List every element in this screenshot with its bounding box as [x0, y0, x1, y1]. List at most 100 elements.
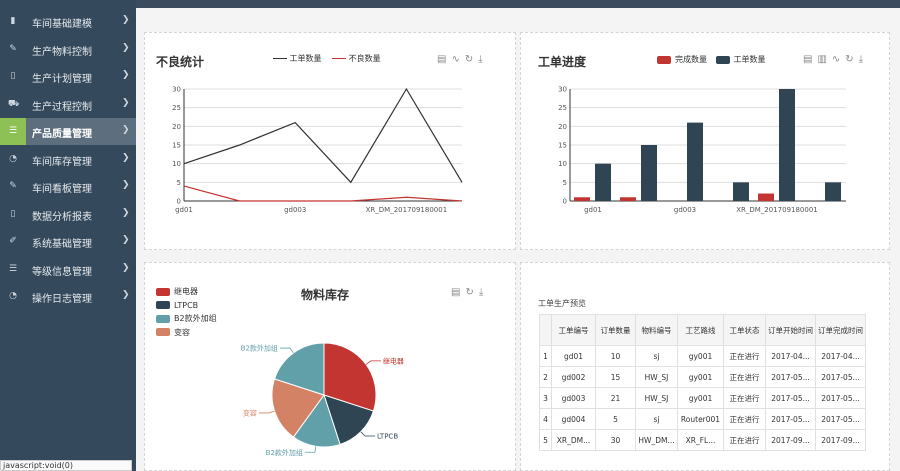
table-cell: 正在进行	[723, 429, 766, 451]
column-header[interactable]: 工艺路线	[677, 314, 724, 346]
legend-label[interactable]: 工单数量	[290, 54, 322, 63]
sidebar-item[interactable]: ◔ 车间库存管理 ❯	[0, 146, 136, 173]
legend-label[interactable]: 完成数量	[675, 55, 707, 64]
legend-swatch	[156, 314, 170, 323]
data-view-icon[interactable]: ▤	[451, 287, 460, 298]
table-cell: 2017-09...	[765, 429, 816, 451]
sidebar-item[interactable]: ◔ 操作日志管理 ❯	[0, 283, 136, 310]
data-view-icon[interactable]: ▤	[803, 54, 812, 65]
sidebar-item-label: 生产计划管理	[32, 74, 92, 85]
column-header[interactable]: 订单开始时间	[765, 314, 816, 346]
legend-item[interactable]: 继电器	[156, 285, 217, 299]
table-cell: 2017-05...	[815, 366, 866, 388]
download-icon[interactable]: ⤓	[859, 54, 863, 65]
bar-switch-icon[interactable]: ▥	[817, 54, 826, 65]
sidebar-item[interactable]: ✎ 车间看板管理 ❯	[0, 173, 136, 200]
progress-toolbox: ▤ ▥ ∿ ↻ ⤓	[798, 54, 863, 65]
sidebar-item[interactable]: ☰ 产品质量管理 ❯	[0, 118, 136, 145]
table-cell: gy001	[677, 387, 724, 409]
table-cell: 2017-05...	[765, 408, 816, 430]
sidebar-item-label: 生产过程控制	[32, 101, 92, 113]
legend-line-icon[interactable]	[332, 58, 347, 59]
sidebar-item[interactable]: ⛟ 生产过程控制 ❯	[0, 91, 136, 118]
table-cell: 15	[595, 366, 636, 388]
progress-chart-title: 工单进度	[538, 55, 587, 69]
defect-legend: 工单数量 不良数量	[273, 53, 381, 64]
column-header[interactable]: 物料编号	[635, 314, 678, 346]
table-cell: 2017-05...	[815, 387, 866, 409]
sidebar-item[interactable]: ▯ 数据分析报表 ❯	[0, 201, 136, 228]
table-cell: gd003	[551, 387, 596, 409]
table-row[interactable]: 1 gd01 10 sj gy001 正在进行 2017-04... 2017-04...	[539, 345, 866, 367]
table-cell: sj	[635, 345, 678, 367]
table-cell: gd002	[551, 366, 596, 388]
bars-icon: ▮	[10, 16, 16, 26]
download-icon[interactable]: ⤓	[478, 54, 482, 65]
restore-icon[interactable]: ↻	[845, 54, 853, 65]
table-cell: Router001	[677, 408, 724, 430]
legend-label: LTPCB	[174, 300, 199, 310]
sidebar-item[interactable]: ▯ 生产计划管理 ❯	[0, 63, 136, 90]
line-switch-icon[interactable]: ∿	[832, 54, 840, 65]
sidebar-item[interactable]: ✎ 生产物料控制 ❯	[0, 36, 136, 63]
chevron-right-icon: ❯	[122, 97, 130, 108]
edit-icon: ✎	[9, 43, 17, 54]
legend-swatch	[156, 328, 170, 336]
legend-item[interactable]: 变容	[156, 326, 217, 340]
table-cell: gd004	[551, 408, 596, 430]
table-cell: 10	[595, 345, 636, 367]
column-header[interactable]	[539, 314, 552, 346]
table-cell: HW_SJ	[635, 366, 678, 388]
table-cell: 正在进行	[723, 408, 766, 430]
table-cell: 5	[539, 429, 552, 451]
book-icon: ▯	[10, 208, 16, 219]
table-cell: gy001	[677, 366, 724, 388]
legend-swatch	[156, 301, 170, 309]
sidebar-item[interactable]: ☰ 等级信息管理 ❯	[0, 256, 136, 283]
legend-label[interactable]: 工单数量	[734, 55, 766, 64]
defect-chart-title: 不良统计	[156, 55, 205, 69]
restore-icon[interactable]: ↻	[465, 54, 473, 65]
table-row[interactable]: 5 XR_DM... 30 HW_DM... XR_FL... 正在进行 2017-09..…	[539, 429, 866, 451]
restore-icon[interactable]: ↻	[465, 287, 473, 298]
table-cell: 1	[539, 345, 552, 367]
sidebar-item[interactable]: ▮ 车间基础建模 ❯	[0, 8, 136, 35]
truck-icon: ⛟	[8, 98, 20, 109]
table-row[interactable]: 2 gd002 15 HW_SJ gy001 正在进行 2017-05... 2017-05.…	[539, 366, 866, 388]
chevron-right-icon: ❯	[122, 262, 130, 273]
orders-title: 工单生产预览	[538, 299, 586, 308]
legend-item[interactable]: B2款外加组	[156, 312, 217, 326]
chevron-right-icon: ❯	[122, 125, 130, 135]
inventory-chart-title: 物料库存	[301, 288, 350, 302]
column-header[interactable]: 订单完成时间	[815, 314, 866, 346]
table-cell: 30	[595, 429, 636, 451]
table-row[interactable]: 3 gd003 21 HW_SJ gy001 正在进行 2017-05... 2017-05.…	[539, 387, 866, 409]
column-header[interactable]: 工单状态	[723, 314, 766, 346]
edit-icon: ✎	[9, 181, 17, 191]
chevron-right-icon: ❯	[122, 15, 130, 25]
sidebar-item-label: 车间看板管理	[32, 184, 92, 195]
legend-item[interactable]: LTPCB	[156, 299, 217, 313]
sidebar-item[interactable]: ✐ 系统基础管理 ❯	[0, 228, 136, 255]
download-icon[interactable]: ⤓	[479, 287, 483, 298]
legend-swatch[interactable]	[715, 55, 730, 64]
column-header[interactable]: 订单数量	[595, 314, 636, 346]
column-header[interactable]: 工单编号	[551, 314, 596, 346]
legend-label: 继电器	[174, 287, 198, 296]
legend-swatch[interactable]	[657, 55, 671, 64]
list-icon: ☰	[8, 126, 18, 136]
status-bar: javascript:void(0)	[0, 460, 132, 471]
defect-toolbox: ▤ ∿ ↻ ⤓	[432, 54, 483, 65]
legend-label: B2款外加组	[174, 314, 217, 323]
sidebar-item-label: 生产物料控制	[32, 46, 92, 58]
data-view-icon[interactable]: ▤	[437, 54, 446, 65]
legend-label[interactable]: 不良数量	[349, 54, 381, 63]
line-switch-icon[interactable]: ∿	[451, 54, 459, 65]
chevron-right-icon: ❯	[122, 180, 130, 190]
top-header-bar	[136, 0, 900, 8]
progress-legend: 完成数量 工单数量	[657, 54, 766, 65]
table-cell: XR_DM...	[551, 429, 596, 451]
inventory-toolbox: ▤ ↻ ⤓	[446, 287, 483, 298]
table-row[interactable]: 4 gd004 5 sj Router001 正在进行 2017-05... 2017-05.…	[539, 408, 866, 430]
legend-line-icon[interactable]	[273, 58, 287, 59]
